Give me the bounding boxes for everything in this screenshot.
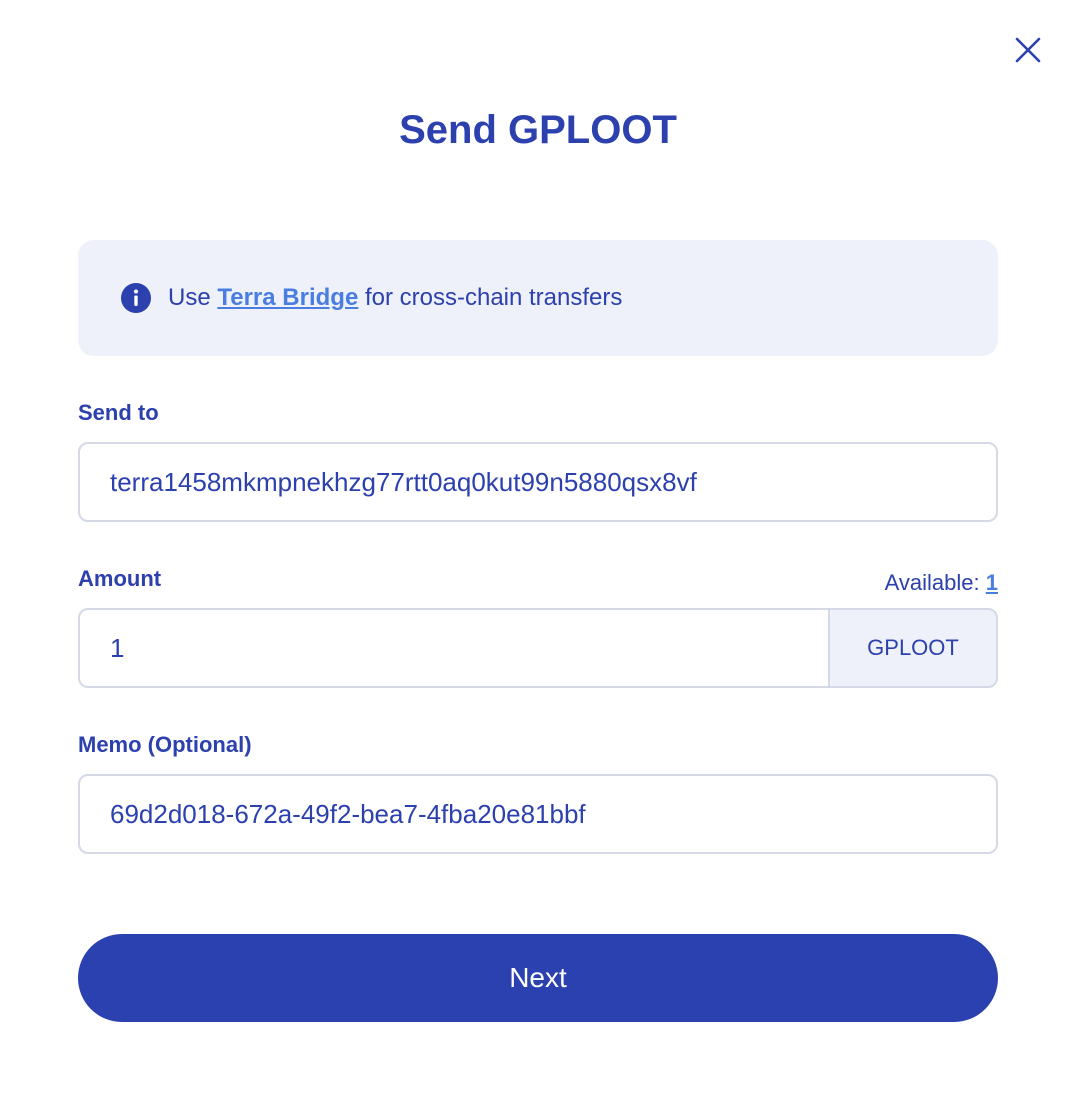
modal-title: Send GPLOOT (399, 108, 677, 152)
send-to-label: Send to (78, 400, 159, 425)
amount-input[interactable] (80, 610, 828, 686)
memo-label: Memo (Optional) (78, 732, 252, 757)
next-button[interactable]: Next (78, 934, 998, 1022)
memo-field-wrapper (78, 774, 998, 854)
notice-prefix: Use (168, 284, 218, 311)
notice-text: Use Terra Bridge for cross-chain transfe… (168, 284, 622, 312)
available-label: Available: (884, 570, 980, 595)
info-icon (120, 282, 152, 314)
close-icon (1015, 37, 1041, 63)
memo-input[interactable] (80, 776, 996, 852)
terra-bridge-link[interactable]: Terra Bridge (217, 284, 358, 311)
send-to-field-wrapper (78, 442, 998, 522)
available-max-link[interactable]: 1 (986, 570, 998, 595)
notice-suffix: for cross-chain transfers (358, 284, 623, 311)
amount-unit: GPLOOT (828, 610, 996, 686)
available-balance: Available: 1 (885, 570, 998, 596)
amount-field-wrapper: GPLOOT (78, 608, 998, 688)
close-button[interactable] (1012, 34, 1044, 66)
info-notice: Use Terra Bridge for cross-chain transfe… (78, 240, 998, 356)
send-modal: Send GPLOOT Use Terra Bridge for cross-c… (0, 0, 1076, 1100)
send-to-input[interactable] (80, 444, 996, 520)
amount-label: Amount (78, 566, 162, 591)
